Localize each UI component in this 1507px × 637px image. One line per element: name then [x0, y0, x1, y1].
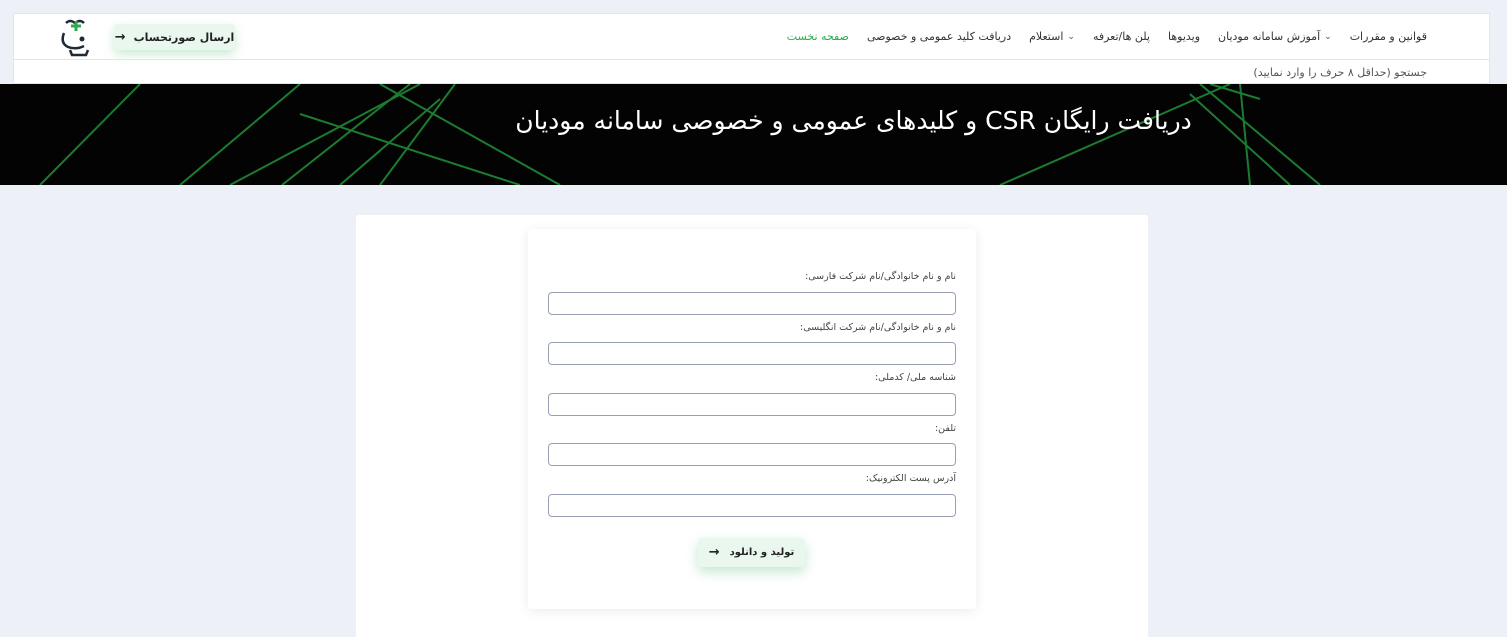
- nav-item-inquiry[interactable]: ⌄ استعلام: [1029, 30, 1075, 43]
- nav-item-rules[interactable]: قوانین و مقررات: [1350, 30, 1427, 43]
- nav-item-videos[interactable]: ویدیوها: [1168, 30, 1200, 43]
- nav-item-label: صفحه نخست: [786, 30, 849, 43]
- csr-form: نام و نام خانوادگی/نام شرکت فارسی: نام و…: [528, 229, 976, 609]
- chevron-down-icon: ⌄: [1324, 31, 1332, 42]
- nav-item-plans[interactable]: پلن ها/تعرفه: [1093, 30, 1150, 43]
- arrow-right-icon: →: [708, 545, 720, 560]
- logo-icon[interactable]: [58, 17, 94, 57]
- field-label-name-en: نام و نام خانوادگی/نام شرکت انگلیسی:: [800, 322, 956, 333]
- field-label-national-id: شناسه ملی/ کدملی:: [874, 372, 956, 383]
- name-fa-input[interactable]: [548, 292, 956, 315]
- nav-item-label: استعلام: [1029, 30, 1064, 43]
- page-banner: دریافت رایگان CSR و کلیدهای عمومی و خصوص…: [0, 84, 1507, 185]
- nav-item-label: ویدیوها: [1167, 30, 1201, 43]
- field-label-name-fa: نام و نام خانوادگی/نام شرکت فارسی:: [805, 271, 956, 282]
- nav-item-home[interactable]: صفحه نخست: [787, 30, 849, 43]
- main-nav: قوانین و مقررات ⌄ آموزش سامانه مودیان وی…: [787, 14, 1427, 59]
- field-label-email: آدرس پست الکترونیک:: [865, 473, 956, 484]
- send-invoice-label: ارسال صورتحساب: [133, 30, 235, 44]
- nav-item-label: دریافت کلید عمومی و خصوصی: [866, 30, 1012, 43]
- search-bar: [14, 59, 1489, 84]
- nav-item-label: قوانین و مقررات: [1349, 30, 1427, 43]
- nav-item-get-keys[interactable]: دریافت کلید عمومی و خصوصی: [867, 30, 1011, 43]
- nav-item-label: آموزش سامانه مودیان: [1218, 30, 1321, 43]
- page-title: دریافت رایگان CSR و کلیدهای عمومی و خصوص…: [515, 106, 1192, 135]
- search-input[interactable]: [1127, 65, 1427, 79]
- email-input[interactable]: [548, 494, 956, 517]
- site-header: ارسال صورتحساب → قوانین و مقررات ⌄ آموزش…: [13, 13, 1490, 84]
- send-invoice-button[interactable]: ارسال صورتحساب →: [114, 24, 235, 50]
- arrow-right-icon: →: [114, 29, 126, 45]
- generate-download-button[interactable]: تولید و دانلود →: [698, 538, 805, 567]
- nav-item-training[interactable]: ⌄ آموزش سامانه مودیان: [1218, 30, 1332, 43]
- national-id-input[interactable]: [548, 393, 956, 416]
- chevron-down-icon: ⌄: [1067, 31, 1075, 42]
- name-en-input[interactable]: [548, 342, 956, 365]
- generate-download-label: تولید و دانلود: [729, 547, 795, 558]
- nav-item-label: پلن ها/تعرفه: [1092, 30, 1150, 43]
- field-label-phone: تلفن:: [934, 423, 956, 434]
- phone-input[interactable]: [548, 443, 956, 466]
